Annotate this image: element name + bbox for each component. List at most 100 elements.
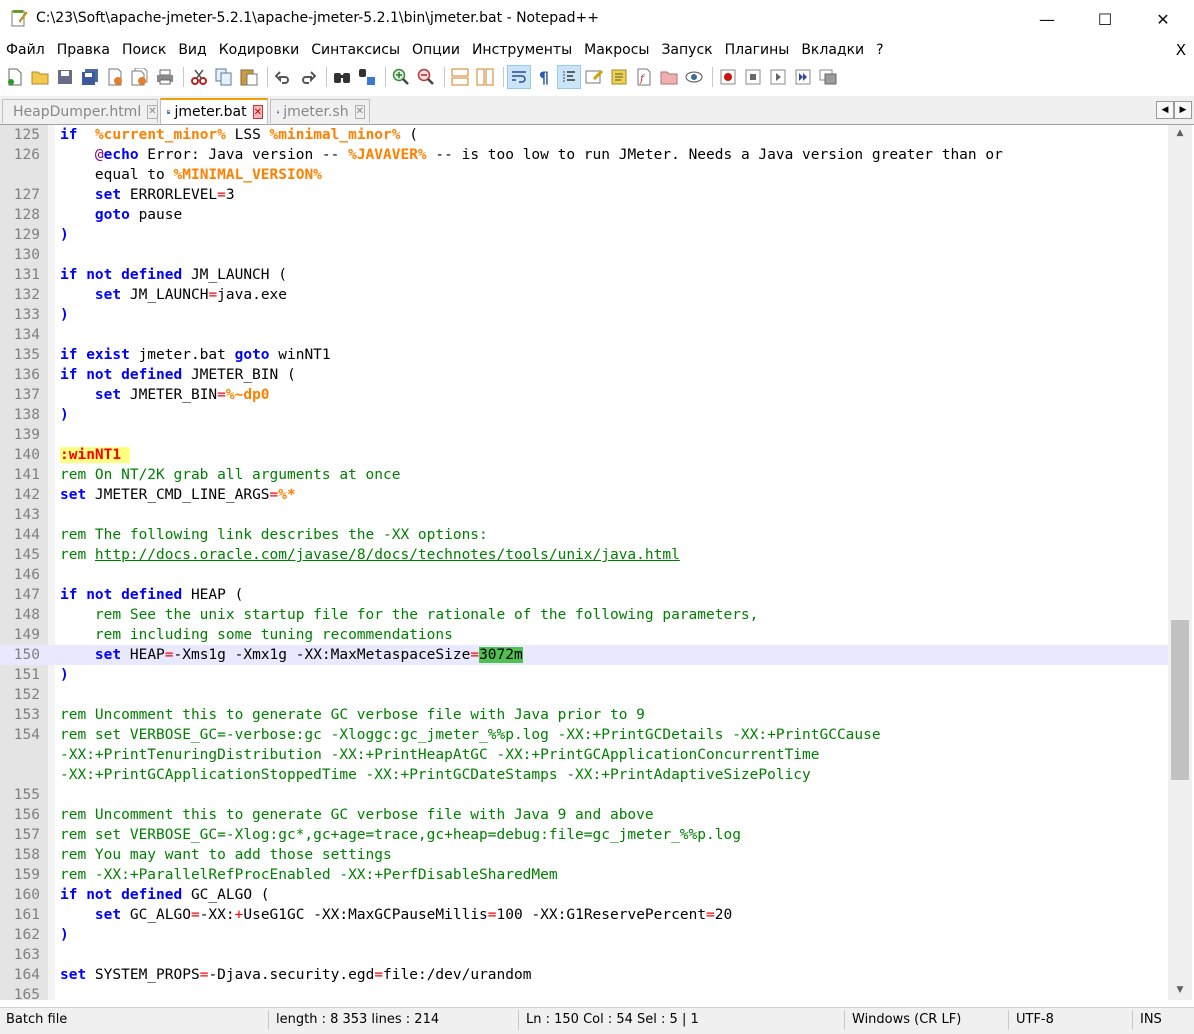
menu-window[interactable]: Вкладки bbox=[795, 42, 870, 58]
save-macro-icon[interactable] bbox=[817, 66, 839, 88]
menu-help[interactable]: ? bbox=[870, 42, 889, 58]
maximize-button[interactable]: ☐ bbox=[1076, 0, 1134, 38]
word-wrap-icon[interactable] bbox=[507, 65, 531, 89]
code-line[interactable]: 138) bbox=[0, 405, 1168, 425]
code-line[interactable]: 139 bbox=[0, 425, 1168, 445]
code-line[interactable]: 150 set HEAP=-Xms1g -Xmx1g -XX:MaxMetasp… bbox=[0, 645, 1168, 665]
menu-tools[interactable]: Инструменты bbox=[466, 42, 578, 58]
menu-language[interactable]: Синтаксисы bbox=[305, 42, 406, 58]
code-line[interactable]: 157 rem set VERBOSE_GC=-Xlog:gc*,gc+age=t… bbox=[0, 825, 1168, 845]
doc-map-icon[interactable] bbox=[608, 66, 630, 88]
code-line[interactable]: 146 bbox=[0, 565, 1168, 585]
code-line[interactable]: equal to %MINIMAL_VERSION% bbox=[0, 165, 1168, 185]
code-line[interactable]: 147 if not defined HEAP ( bbox=[0, 585, 1168, 605]
copy-icon[interactable] bbox=[213, 66, 235, 88]
code-line[interactable]: 148 rem See the unix startup file for th… bbox=[0, 605, 1168, 625]
tab-close-icon[interactable]: ✕ bbox=[147, 104, 158, 119]
code-line[interactable]: 134 bbox=[0, 325, 1168, 345]
code-line[interactable]: 152 bbox=[0, 685, 1168, 705]
code-line[interactable]: 162) bbox=[0, 925, 1168, 945]
code-line[interactable]: 151) bbox=[0, 665, 1168, 685]
replace-icon[interactable] bbox=[356, 66, 378, 88]
code-line[interactable]: 154 rem set VERBOSE_GC=-verbose:gc -Xlogg… bbox=[0, 725, 1168, 745]
paste-icon[interactable] bbox=[238, 66, 260, 88]
cut-icon[interactable] bbox=[188, 66, 210, 88]
code-line[interactable]: 161 set GC_ALGO=-XX:+UseG1GC -XX:MaxGCPa… bbox=[0, 905, 1168, 925]
code-line[interactable]: 155 bbox=[0, 785, 1168, 805]
code-line[interactable]: 137 set JMETER_BIN=%~dp0 bbox=[0, 385, 1168, 405]
menu-plugins[interactable]: Плагины bbox=[719, 42, 796, 58]
minimize-button[interactable]: — bbox=[1018, 0, 1076, 38]
stop-macro-icon[interactable] bbox=[742, 66, 764, 88]
tab-scroll-right-icon[interactable]: ▶ bbox=[1174, 101, 1192, 119]
zoom-in-icon[interactable] bbox=[390, 66, 412, 88]
function-list-icon[interactable]: f bbox=[633, 66, 655, 88]
code-line[interactable]: 127 set ERRORLEVEL=3 bbox=[0, 185, 1168, 205]
menu-view[interactable]: Вид bbox=[172, 42, 212, 58]
code-line[interactable]: 164 set SYSTEM_PROPS=-Djava.security.egd=… bbox=[0, 965, 1168, 985]
tab-close-icon[interactable]: ✕ bbox=[354, 104, 365, 119]
tab-close-icon[interactable]: ✕ bbox=[252, 105, 263, 119]
scroll-up-icon[interactable]: ▲ bbox=[1168, 125, 1192, 141]
code-line[interactable]: 130 bbox=[0, 245, 1168, 265]
editor[interactable]: 125 if %current_minor% LSS %minimal_minor… bbox=[0, 125, 1168, 1000]
code-line[interactable]: -XX:+PrintGCApplicationStoppedTime -XX:+… bbox=[0, 765, 1168, 785]
record-macro-icon[interactable] bbox=[717, 66, 739, 88]
close-all-icon[interactable] bbox=[129, 66, 151, 88]
code-line[interactable]: 143 bbox=[0, 505, 1168, 525]
code-line[interactable]: -XX:+PrintTenuringDistribution -XX:+Prin… bbox=[0, 745, 1168, 765]
redo-icon[interactable] bbox=[297, 66, 319, 88]
code-line[interactable]: 163 bbox=[0, 945, 1168, 965]
code-line[interactable]: 126 @echo Error: Java version -- %JAVAVE… bbox=[0, 145, 1168, 165]
print-icon[interactable] bbox=[154, 66, 176, 88]
code-line[interactable]: 144 rem The following link describes the … bbox=[0, 525, 1168, 545]
menu-run[interactable]: Запуск bbox=[655, 42, 718, 58]
monitor-icon[interactable] bbox=[683, 66, 705, 88]
code-line[interactable]: 129) bbox=[0, 225, 1168, 245]
new-file-icon[interactable] bbox=[4, 66, 26, 88]
code-area[interactable]: 125 if %current_minor% LSS %minimal_minor… bbox=[0, 125, 1168, 1000]
tab-scroll-left-icon[interactable]: ◀ bbox=[1156, 101, 1174, 119]
open-file-icon[interactable] bbox=[29, 66, 51, 88]
code-line[interactable]: 158 rem You may want to add those setting… bbox=[0, 845, 1168, 865]
code-line[interactable]: 125 if %current_minor% LSS %minimal_minor… bbox=[0, 125, 1168, 145]
code-line[interactable]: 131 if not defined JM_LAUNCH ( bbox=[0, 265, 1168, 285]
save-all-icon[interactable] bbox=[79, 66, 101, 88]
close-window-button[interactable]: ✕ bbox=[1134, 0, 1192, 38]
code-line[interactable]: 141 rem On NT/2K grab all arguments at on… bbox=[0, 465, 1168, 485]
menu-search[interactable]: Поиск bbox=[116, 42, 172, 58]
tab-heapdumper[interactable]: HeapDumper.html ✕ bbox=[2, 99, 158, 123]
code-line[interactable]: 136 if not defined JMETER_BIN ( bbox=[0, 365, 1168, 385]
undo-icon[interactable] bbox=[272, 66, 294, 88]
code-line[interactable]: 133) bbox=[0, 305, 1168, 325]
folder-workspace-icon[interactable] bbox=[658, 66, 680, 88]
code-line[interactable]: 153 rem Uncomment this to generate GC ver… bbox=[0, 705, 1168, 725]
menu-file[interactable]: Файл bbox=[0, 42, 51, 58]
udl-icon[interactable] bbox=[583, 66, 605, 88]
menu-macro[interactable]: Макросы bbox=[578, 42, 655, 58]
code-line[interactable]: 128 goto pause bbox=[0, 205, 1168, 225]
tab-jmeter-sh[interactable]: jmeter.sh ✕ bbox=[270, 99, 370, 123]
indent-guide-icon[interactable] bbox=[557, 65, 581, 89]
code-line[interactable]: 160 if not defined GC_ALGO ( bbox=[0, 885, 1168, 905]
code-line[interactable]: 165 bbox=[0, 985, 1168, 1000]
find-icon[interactable] bbox=[331, 66, 353, 88]
menu-edit[interactable]: Правка bbox=[51, 42, 116, 58]
menu-settings[interactable]: Опции bbox=[406, 42, 466, 58]
scroll-down-icon[interactable]: ▼ bbox=[1168, 982, 1192, 998]
show-all-chars-icon[interactable]: ¶ bbox=[533, 66, 555, 88]
vertical-scrollbar[interactable]: ▲ ▼ bbox=[1168, 125, 1192, 1000]
scroll-thumb[interactable] bbox=[1171, 620, 1189, 780]
close-document-button[interactable]: X bbox=[1176, 41, 1186, 59]
save-icon[interactable] bbox=[54, 66, 76, 88]
code-line[interactable]: 142 set JMETER_CMD_LINE_ARGS=%* bbox=[0, 485, 1168, 505]
code-line[interactable]: 149 rem including some tuning recommenda… bbox=[0, 625, 1168, 645]
play-macro-icon[interactable] bbox=[767, 66, 789, 88]
sync-h-icon[interactable] bbox=[474, 66, 496, 88]
zoom-out-icon[interactable] bbox=[415, 66, 437, 88]
menu-encoding[interactable]: Кодировки bbox=[213, 42, 306, 58]
code-line[interactable]: 145 rem http://docs.oracle.com/javase/8/d… bbox=[0, 545, 1168, 565]
sync-v-icon[interactable] bbox=[449, 66, 471, 88]
code-line[interactable]: 159 rem -XX:+ParallelRefProcEnabled -XX:+… bbox=[0, 865, 1168, 885]
close-icon[interactable] bbox=[104, 66, 126, 88]
